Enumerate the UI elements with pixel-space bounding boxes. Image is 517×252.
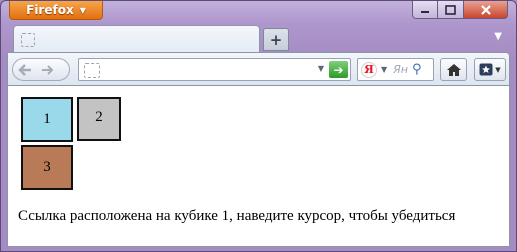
chevron-down-icon: ▼ bbox=[494, 31, 502, 42]
page-content: 1 2 3 Ссылка расположена на кубике 1, на… bbox=[7, 86, 510, 247]
tab-list-button[interactable]: ▼ bbox=[494, 31, 502, 42]
window-controls bbox=[412, 1, 508, 19]
browser-window: Firefox ▼ + ▼ ▼ ➔ Я ▼ Ян ⚲ ▼ 1 2 3 Ссылк… bbox=[0, 0, 517, 252]
close-icon bbox=[480, 4, 491, 15]
go-button[interactable]: ➔ bbox=[329, 61, 348, 78]
firefox-menu-label: Firefox bbox=[26, 3, 74, 17]
back-forward-group bbox=[12, 58, 70, 81]
bookmarks-button[interactable]: ▼ bbox=[474, 58, 506, 81]
maximize-icon bbox=[445, 4, 456, 15]
cube-2-label: 2 bbox=[95, 109, 103, 125]
home-button[interactable] bbox=[440, 58, 467, 81]
minimize-icon bbox=[421, 10, 429, 13]
forward-button[interactable] bbox=[37, 58, 59, 81]
search-placeholder: Ян bbox=[393, 63, 408, 76]
minimize-button[interactable] bbox=[412, 1, 438, 19]
close-button[interactable] bbox=[464, 1, 508, 19]
new-tab-button[interactable]: + bbox=[263, 28, 289, 51]
cube-2: 2 bbox=[77, 97, 121, 141]
caret-down-icon: ▼ bbox=[79, 5, 86, 15]
magnifier-icon[interactable]: ⚲ bbox=[412, 62, 422, 77]
go-arrow-icon: ➔ bbox=[333, 62, 344, 77]
instruction-text: Ссылка расположена на кубике 1, наведите… bbox=[18, 208, 456, 224]
search-engine-dropdown-icon[interactable]: ▼ bbox=[381, 65, 387, 74]
tab-current[interactable] bbox=[13, 25, 260, 52]
maximize-button[interactable] bbox=[438, 1, 464, 19]
search-bar[interactable]: Я ▼ Ян ⚲ bbox=[357, 58, 434, 81]
bookmarks-dropdown-icon: ▼ bbox=[495, 65, 501, 74]
cube-1-label: 1 bbox=[43, 111, 51, 127]
forward-arrow-icon bbox=[42, 64, 54, 75]
back-button[interactable] bbox=[13, 58, 37, 81]
cube-3-label: 3 bbox=[43, 159, 51, 175]
plus-icon: + bbox=[269, 30, 283, 49]
cube-3: 3 bbox=[21, 145, 73, 190]
home-icon bbox=[446, 63, 461, 76]
back-arrow-icon bbox=[18, 63, 31, 76]
yandex-logo-icon[interactable]: Я bbox=[361, 61, 377, 78]
address-bar[interactable]: ▼ ➔ bbox=[78, 58, 351, 81]
navigation-toolbar: ▼ ➔ Я ▼ Ян ⚲ ▼ bbox=[7, 52, 510, 86]
site-identity-icon bbox=[84, 63, 100, 78]
bookmarks-icon bbox=[479, 63, 493, 76]
page-favicon-icon bbox=[21, 33, 35, 47]
cube-1-link[interactable]: 1 bbox=[21, 97, 73, 142]
firefox-menu-button[interactable]: Firefox ▼ bbox=[9, 1, 103, 20]
history-dropdown-icon[interactable]: ▼ bbox=[318, 64, 324, 73]
